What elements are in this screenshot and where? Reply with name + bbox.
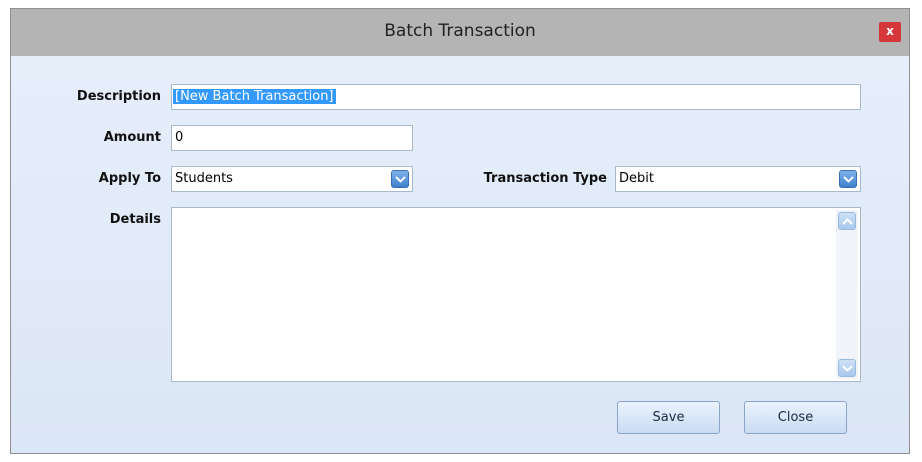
chevron-down-icon	[395, 176, 406, 183]
amount-field[interactable]: 0	[171, 125, 413, 151]
transaction-type-dropdown-button[interactable]	[839, 170, 857, 188]
amount-label: Amount	[103, 130, 161, 145]
apply-to-label: Apply To	[98, 171, 161, 186]
chevron-down-icon	[843, 176, 854, 183]
scroll-up-button[interactable]	[838, 212, 856, 230]
apply-to-dropdown-button[interactable]	[391, 170, 409, 188]
close-icon: x	[886, 24, 894, 38]
title-bar: Batch Transaction x	[11, 9, 909, 56]
window-title: Batch Transaction	[384, 21, 536, 41]
batch-transaction-dialog: Batch Transaction x Description [New Bat…	[10, 8, 910, 454]
close-window-button[interactable]: x	[879, 22, 901, 42]
chevron-down-icon	[842, 365, 853, 372]
amount-value: 0	[175, 130, 184, 145]
scroll-down-button[interactable]	[838, 359, 856, 377]
description-field[interactable]: [New Batch Transaction]	[171, 84, 861, 110]
description-label: Description	[76, 89, 161, 104]
details-scrollbar[interactable]	[836, 210, 858, 379]
chevron-up-icon	[842, 218, 853, 225]
transaction-type-value: Debit	[619, 171, 654, 186]
details-label: Details	[109, 212, 161, 227]
transaction-type-select[interactable]: Debit	[615, 166, 861, 192]
details-textarea[interactable]	[171, 207, 861, 382]
close-button[interactable]: Close	[744, 401, 847, 434]
apply-to-value: Students	[175, 171, 233, 186]
transaction-type-label: Transaction Type	[483, 171, 607, 186]
apply-to-select[interactable]: Students	[171, 166, 413, 192]
form-area: Description [New Batch Transaction] Amou…	[11, 56, 909, 453]
save-button[interactable]: Save	[617, 401, 720, 434]
description-value: [New Batch Transaction]	[173, 89, 336, 104]
